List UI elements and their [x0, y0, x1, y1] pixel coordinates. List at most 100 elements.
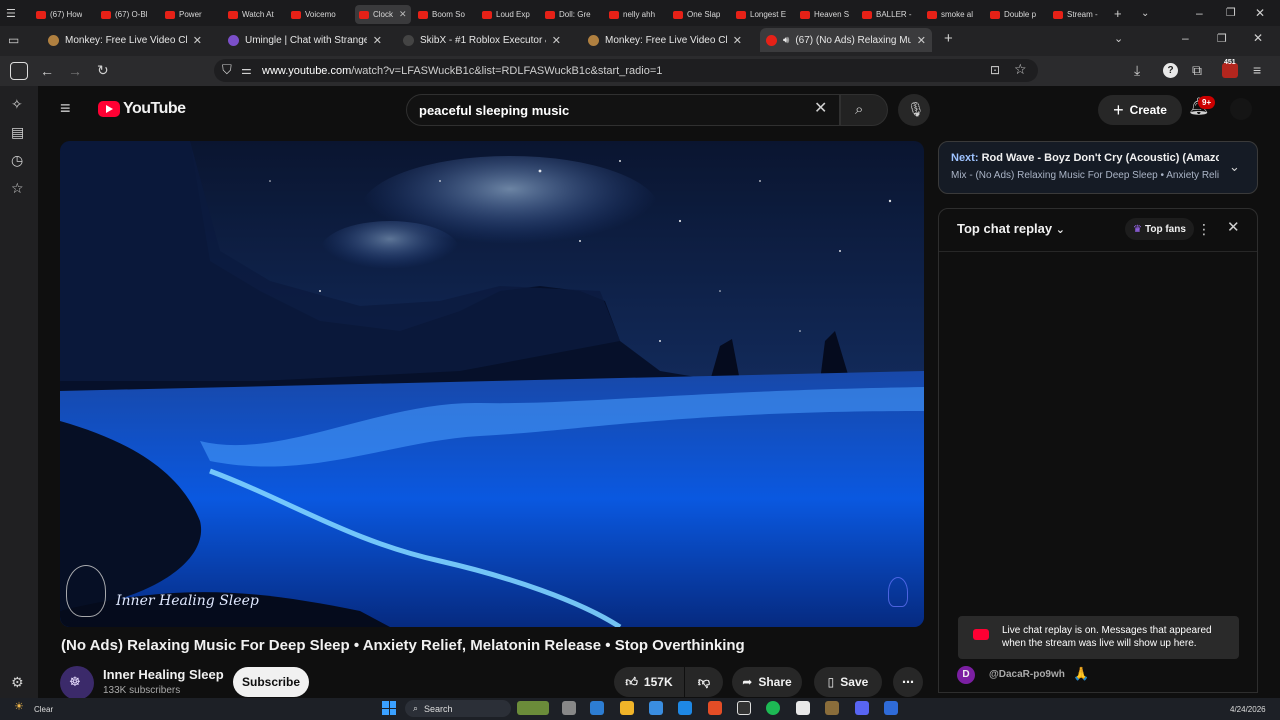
close-window-icon[interactable]: ✕	[1253, 30, 1263, 46]
store-icon[interactable]	[649, 701, 663, 715]
browser-tab[interactable]: Monkey: Free Live Video Chat t ✕	[582, 28, 748, 52]
reload-icon[interactable]: ↻	[97, 62, 109, 78]
browser-tab[interactable]: smoke al	[927, 5, 973, 24]
history-icon[interactable]: ◷	[11, 152, 23, 168]
close-tab-icon[interactable]: ✕	[733, 34, 742, 47]
browser-tab[interactable]: One Slap	[673, 5, 720, 24]
app-icon[interactable]	[884, 701, 898, 715]
browser-tab[interactable]: SkibX - #1 Roblox Executor & Script ✕	[397, 28, 567, 52]
back-icon[interactable]: ←	[40, 63, 54, 79]
top-fans-button[interactable]: ♛ Top fans	[1125, 218, 1194, 240]
widget-icon[interactable]	[517, 701, 549, 715]
steam-icon[interactable]	[737, 701, 751, 715]
browser-tab[interactable]: Double p	[990, 5, 1036, 24]
browser-tab[interactable]: Heaven S	[800, 5, 849, 24]
extensions-icon[interactable]: ⧉	[1192, 62, 1202, 78]
dislike-button[interactable]: 👎︎	[685, 667, 723, 697]
video-player[interactable]: Inner Healing Sleep	[60, 141, 924, 627]
minimize-icon[interactable]: –	[1196, 5, 1203, 21]
tab-list-icon[interactable]: ⌄	[1114, 31, 1123, 47]
favorites-icon[interactable]: ☆	[11, 180, 24, 196]
game-icon[interactable]	[825, 701, 839, 715]
browser-tab[interactable]: Clock ✕	[355, 5, 411, 24]
ai-assist-icon[interactable]: ✧	[11, 96, 23, 112]
spotify-icon[interactable]	[766, 701, 780, 715]
youtube-logo-text[interactable]: YouTube	[123, 100, 186, 118]
close-tab-icon[interactable]: ✕	[917, 34, 926, 47]
search-button[interactable]: ⌕	[840, 94, 888, 126]
browser-tab[interactable]: Doll: Gre	[545, 5, 591, 24]
address-bar[interactable]: ⛉ ⚌ www.youtube.com/watch?v=LFASWuckB1c&…	[214, 59, 1038, 82]
sidebar-toggle-icon[interactable]	[10, 62, 28, 80]
channel-avatar[interactable]: ☸	[60, 666, 94, 700]
mail-icon[interactable]	[678, 701, 692, 715]
task-view-icon[interactable]	[562, 701, 576, 715]
minimize-icon[interactable]: –	[1182, 30, 1189, 46]
capcut-icon[interactable]	[796, 701, 810, 715]
site-info-icon[interactable]: ⚌	[241, 62, 252, 78]
close-tab-icon[interactable]: ✕	[373, 34, 382, 47]
download-icon[interactable]: ⤓	[1134, 62, 1140, 78]
install-app-icon[interactable]: ⊡	[990, 62, 1000, 78]
close-tab-icon[interactable]: ✕	[399, 9, 407, 20]
guide-menu-icon[interactable]: ≡	[60, 99, 71, 117]
channel-branding-icon[interactable]	[888, 577, 908, 607]
youtube-logo-icon[interactable]	[98, 101, 120, 117]
browser-tab[interactable]: (67) How	[36, 5, 82, 24]
tab-actions-icon[interactable]: ☰	[6, 6, 16, 22]
expand-chevron-icon[interactable]: ⌄	[1229, 159, 1240, 175]
create-button[interactable]: + Create	[1098, 95, 1182, 125]
shield-icon[interactable]: ⛉	[222, 62, 232, 78]
search-input[interactable]: peaceful sleeping music	[406, 94, 840, 126]
channel-name[interactable]: Inner Healing Sleep	[103, 667, 224, 682]
more-vert-icon[interactable]: ⋮	[1197, 221, 1211, 237]
up-next-panel[interactable]: Next: Rod Wave - Boyz Don't Cry (Acousti…	[938, 141, 1258, 194]
settings-gear-icon[interactable]: ⚙	[11, 674, 24, 690]
more-actions-button[interactable]: ⋯	[893, 667, 923, 697]
close-chat-icon[interactable]: ✕	[1227, 220, 1240, 236]
chat-author-avatar[interactable]: D	[957, 666, 975, 684]
avatar[interactable]	[1230, 98, 1252, 120]
close-tab-icon[interactable]: ✕	[193, 34, 202, 47]
browser-tab[interactable]: Umingle | Chat with Strangers I ✕	[222, 28, 388, 52]
profile-icon[interactable]: ?	[1163, 63, 1178, 78]
share-button[interactable]: ➦ Share	[732, 667, 802, 697]
chat-mode-selector[interactable]: Top chat replay ⌄	[957, 221, 1065, 236]
browser-tab[interactable]: Watch At	[228, 5, 274, 24]
reading-list-icon[interactable]: ▤	[11, 124, 24, 140]
close-window-icon[interactable]: ✕	[1255, 5, 1265, 21]
browser-tab[interactable]: Stream -	[1053, 5, 1098, 24]
workspaces-icon[interactable]: ▭	[8, 32, 19, 48]
audio-playing-icon[interactable]: 🔊︎	[783, 35, 789, 46]
new-tab-icon[interactable]: +	[944, 31, 953, 47]
browser-tab[interactable]: Monkey: Free Live Video Chat t ✕	[42, 28, 208, 52]
browser-tab[interactable]: Loud Exp	[482, 5, 530, 24]
browser-tab[interactable]: Longest E	[736, 5, 786, 24]
weather-icon[interactable]: ☀	[14, 699, 24, 715]
discord-icon[interactable]	[855, 701, 869, 715]
maximize-icon[interactable]: ❐	[1217, 31, 1227, 47]
file-explorer-icon[interactable]	[620, 701, 634, 715]
browser-tab[interactable]: 🔊︎ (67) (No Ads) Relaxing Musi ✕	[760, 28, 932, 52]
voice-search-button[interactable]: 🎙	[898, 94, 930, 126]
new-tab-icon[interactable]: +	[1114, 6, 1122, 22]
tab-search-icon[interactable]: ⌄	[1141, 6, 1149, 22]
browser-tab[interactable]: (67) O-Bl	[101, 5, 147, 24]
browser-tab[interactable]: Boom So	[418, 5, 465, 24]
restore-icon[interactable]: ❐	[1226, 5, 1236, 21]
clear-search-icon[interactable]: ✕	[814, 101, 827, 117]
browser-tab[interactable]: nelly ahh	[609, 5, 655, 24]
menu-icon[interactable]: ≡	[1253, 62, 1261, 78]
bookmark-star-icon[interactable]: ☆	[1014, 61, 1027, 77]
browser-icon[interactable]	[708, 701, 722, 715]
browser-tab[interactable]: Power	[165, 5, 202, 24]
edge-icon[interactable]	[590, 701, 604, 715]
subscribe-button[interactable]: Subscribe	[233, 667, 309, 697]
windows-start-icon[interactable]	[382, 701, 396, 715]
chat-author-name[interactable]: @DacaR-po9wh	[989, 669, 1065, 680]
browser-tab[interactable]: BALLER -	[862, 5, 912, 24]
save-button[interactable]: ▯ Save	[814, 667, 882, 697]
forward-icon[interactable]: →	[68, 63, 82, 79]
close-tab-icon[interactable]: ✕	[552, 34, 561, 47]
taskbar-search-box[interactable]: ⌕ Search	[405, 700, 511, 717]
